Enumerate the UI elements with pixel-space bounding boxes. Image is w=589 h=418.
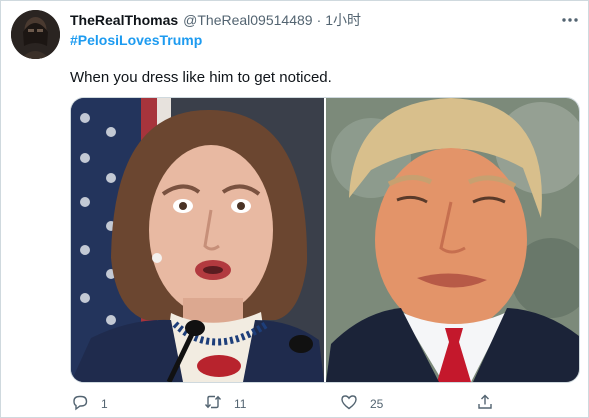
tweet-actions: 1 11 25 xyxy=(66,393,506,415)
reply-button[interactable]: 1 xyxy=(71,393,108,415)
tweet-media[interactable] xyxy=(70,97,580,383)
share-button[interactable] xyxy=(476,393,494,415)
user-handle[interactable]: @TheReal09514489 xyxy=(183,11,312,29)
hashtag-link[interactable]: #PelosiLovesTrump xyxy=(70,31,202,49)
tweet-card: TheRealThomas @TheReal09514489 · 1小时 #Pe… xyxy=(0,0,589,418)
avatar[interactable] xyxy=(11,10,60,59)
more-horizontal-icon[interactable] xyxy=(561,11,579,29)
heart-icon xyxy=(340,393,358,416)
tweet-text: When you dress like him to get noticed. xyxy=(70,69,332,86)
share-icon xyxy=(476,393,494,416)
retweet-button[interactable]: 11 xyxy=(204,393,246,415)
retweet-count: 11 xyxy=(234,397,247,411)
like-button[interactable]: 25 xyxy=(340,393,383,415)
right-photo xyxy=(326,98,579,382)
left-photo xyxy=(71,98,324,382)
display-name[interactable]: TheRealThomas xyxy=(70,11,178,29)
separator-dot: · xyxy=(316,12,322,28)
tweet-header: TheRealThomas @TheReal09514489 · 1小时 xyxy=(70,11,361,29)
timestamp[interactable]: 1小时 xyxy=(325,11,361,29)
retweet-icon xyxy=(204,393,222,416)
reply-count: 1 xyxy=(101,397,108,411)
reply-icon xyxy=(71,393,89,416)
like-count: 25 xyxy=(370,397,384,411)
